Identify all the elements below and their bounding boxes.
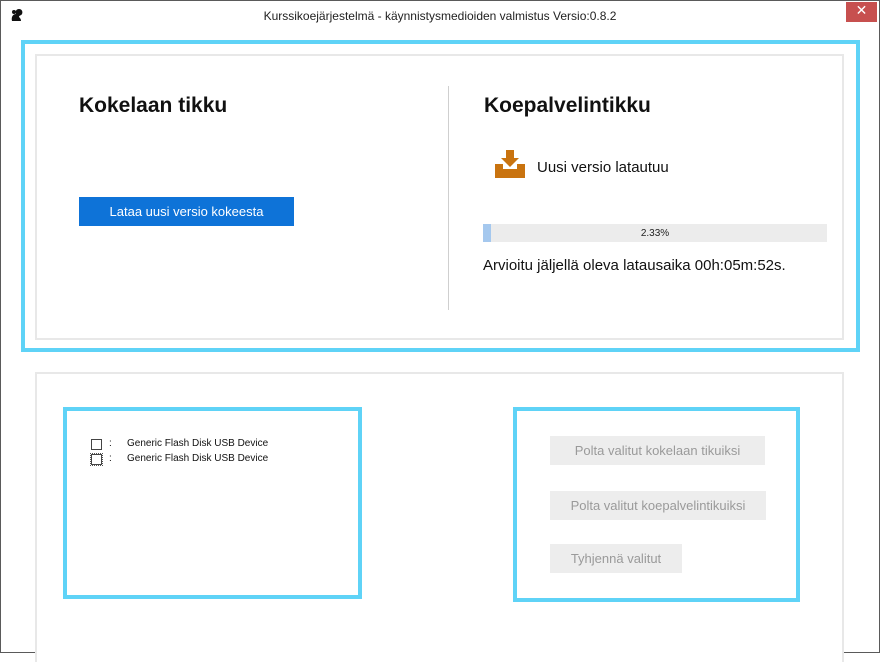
download-icon [495,150,525,178]
download-progress-bar: 2.33% [483,224,827,242]
window-title: Kurssikoejärjestelmä - käynnistysmedioid… [263,9,617,23]
title-bar: Kurssikoejärjestelmä - käynnistysmedioid… [1,1,879,31]
device-label: Generic Flash Disk USB Device [127,453,269,464]
kokelas-heading: Kokelaan tikku [79,94,228,117]
section-divider [448,86,449,310]
close-button[interactable]: ✕ [846,2,877,22]
download-status-text: Uusi versio latautuu [537,159,669,176]
koepalvelin-heading: Koepalvelintikku [484,94,651,117]
app-window: Kurssikoejärjestelmä - käynnistysmedioid… [0,0,880,662]
clear-selection-button[interactable]: Tyhjennä valitut [550,544,682,573]
burn-kokelas-button[interactable]: Polta valitut kokelaan tikuiksi [550,436,765,465]
device-checkbox[interactable] [90,453,103,466]
burn-koepalvelin-button[interactable]: Polta valitut koepalvelintikuiksi [550,491,766,520]
device-list-frame [63,407,362,599]
device-separator: : [109,438,112,449]
progress-percent-label: 2.33% [640,228,670,239]
device-label: Generic Flash Disk USB Device [127,438,269,449]
device-separator: : [109,453,112,464]
estimated-time-text: Arvioitu jäljellä oleva latausaika 00h:0… [483,257,786,274]
device-checkbox[interactable] [91,439,102,450]
download-new-version-button[interactable]: Lataa uusi versio kokeesta [79,197,294,226]
